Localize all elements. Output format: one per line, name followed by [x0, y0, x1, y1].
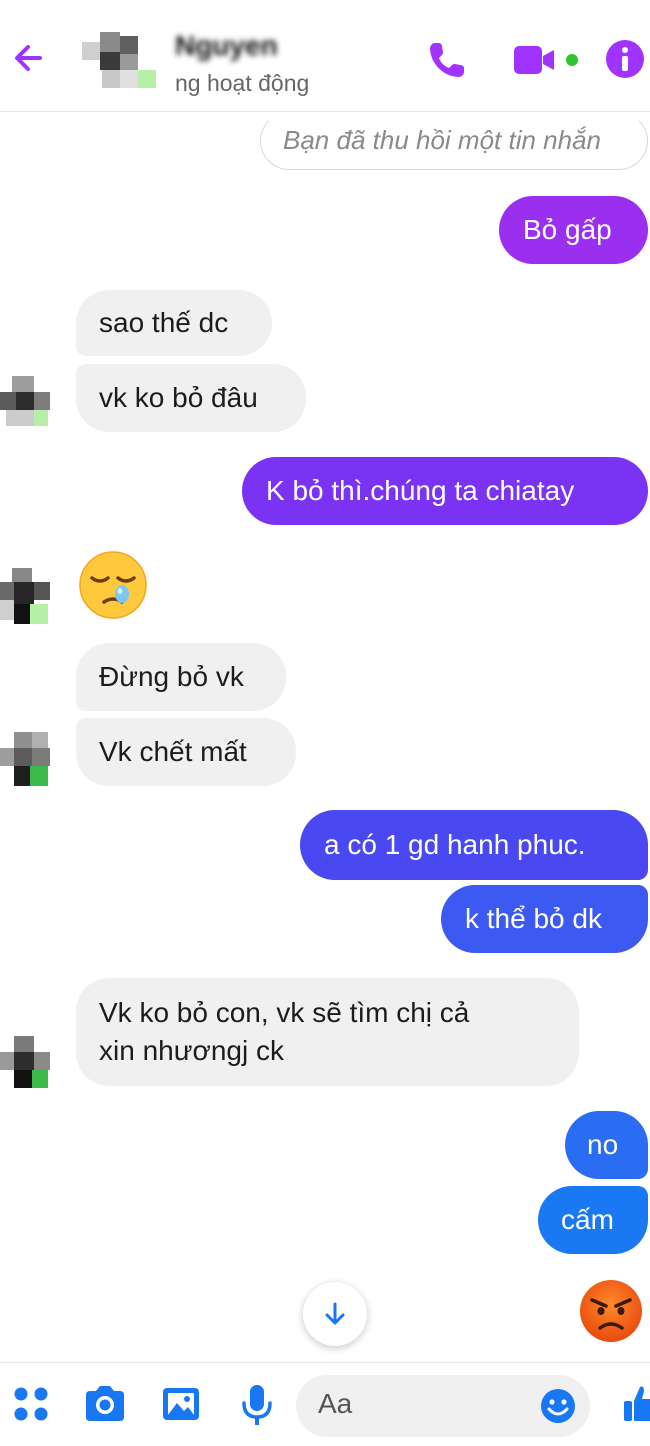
sleepy-face-emoji[interactable] — [78, 550, 148, 620]
outgoing-message[interactable]: K bỏ thì.chúng ta chiatay — [242, 457, 648, 525]
gallery-icon[interactable] — [160, 1383, 202, 1425]
angry-face-emoji[interactable] — [578, 1278, 644, 1344]
outgoing-message[interactable]: cấm — [538, 1186, 648, 1254]
message-input-placeholder: Aa — [318, 1388, 353, 1419]
arrow-down-icon — [325, 1302, 345, 1325]
scroll-to-bottom-button[interactable] — [303, 1282, 367, 1346]
camera-icon[interactable] — [82, 1383, 128, 1425]
emoji-picker-icon[interactable] — [540, 1388, 576, 1424]
outgoing-message[interactable]: no — [565, 1111, 648, 1179]
thumbs-up-icon[interactable] — [622, 1381, 650, 1425]
incoming-message[interactable]: vk ko bỏ đâu — [76, 364, 306, 432]
sender-avatar — [0, 376, 50, 426]
outgoing-message[interactable]: Bỏ gấp — [499, 196, 648, 264]
sender-avatar — [0, 732, 50, 786]
info-icon[interactable] — [604, 38, 646, 80]
recalled-message-notice: Bạn đã thu hồi một tin nhắn — [260, 112, 648, 170]
video-call-icon[interactable] — [512, 38, 584, 82]
outgoing-message[interactable]: a có 1 gd hanh phuc. — [300, 810, 648, 880]
message-input[interactable]: Aa — [296, 1375, 590, 1437]
sender-avatar — [0, 1036, 50, 1088]
outgoing-message[interactable]: k thể bỏ dk — [441, 885, 648, 953]
message-line: xin nhươngj ck — [99, 1035, 284, 1066]
chat-header: Nguyen ng hoạt động — [0, 0, 650, 112]
contact-name[interactable]: Nguyen — [175, 30, 278, 62]
sender-avatar — [0, 568, 50, 624]
more-actions-icon[interactable] — [12, 1385, 50, 1423]
message-composer: Aa — [0, 1362, 650, 1446]
back-arrow-icon[interactable] — [8, 36, 52, 80]
contact-avatar[interactable] — [82, 32, 158, 88]
incoming-message[interactable]: sao thế dc — [76, 290, 272, 356]
contact-status: ng hoạt động — [175, 70, 310, 96]
message-line: Vk ko bỏ con, vk sẽ tìm chị cả — [99, 997, 470, 1028]
incoming-message[interactable]: Vk ko bỏ con, vk sẽ tìm chị cả xin nhươn… — [76, 978, 579, 1086]
phone-call-icon[interactable] — [425, 38, 469, 82]
incoming-message[interactable]: Vk chết mất — [76, 718, 296, 786]
incoming-message[interactable]: Đừng bỏ vk — [76, 643, 286, 711]
microphone-icon[interactable] — [238, 1383, 276, 1427]
